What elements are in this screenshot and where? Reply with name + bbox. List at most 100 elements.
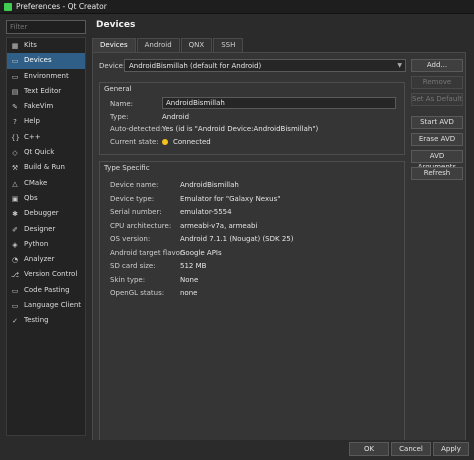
sidebar-item-label: Code Pasting [24,285,70,294]
erase-avd-button[interactable]: Erase AVD [411,133,463,146]
spec-key: OpenGL status: [110,289,165,297]
qt-quick-icon: ◇ [12,149,18,158]
remove-button[interactable]: Remove [411,76,463,89]
sidebar-item-label: Analyzer [24,255,55,264]
sidebar-item-testing[interactable]: ✓ Testing [7,313,85,328]
sidebar-item-label: Environment [24,71,69,80]
ok-button[interactable]: OK [349,442,389,456]
devices-page: Devices Devices Android QNX SSH Device: … [92,18,468,452]
device-select[interactable]: AndroidBismillah (default for Android) ▼ [124,59,406,72]
tab-android[interactable]: Android [136,38,180,52]
spec-key: Device type: [110,194,155,203]
page-title: Devices [96,20,136,30]
sidebar-item-analyzer[interactable]: ◔ Analyzer [7,252,85,267]
spec-value: Emulator for "Galaxy Nexus" [180,194,281,203]
python-icon: ◈ [12,240,18,249]
text-editor-icon: ▤ [11,87,19,96]
sidebar-item-language-client[interactable]: ▭ Language Client [7,298,85,313]
filter-input[interactable] [6,20,86,34]
current-state-value: Connected [162,138,211,146]
sidebar-item-build-run[interactable]: ⚒ Build & Run [7,160,85,175]
sidebar-item-label: Designer [24,224,56,233]
sidebar-item-label: Language Client [24,301,82,310]
spec-key: CPU architecture: [110,221,172,230]
language-client-icon: ▭ [11,302,19,311]
tab-bar: Devices Android QNX SSH [92,38,244,52]
device-select-value: AndroidBismillah (default for Android) [129,62,262,70]
sidebar-item-label: Qbs [24,193,38,202]
chevron-down-icon: ▼ [397,62,402,69]
tab-devices[interactable]: Devices [92,38,136,52]
cpp-icon: {} [11,133,20,142]
testing-icon: ✓ [12,317,18,326]
name-input[interactable]: AndroidBismillah [162,97,396,109]
designer-icon: ✐ [12,225,18,234]
type-specific-title: Type Specific [104,164,150,172]
current-state-text: Connected [173,138,211,146]
sidebar-item-environment[interactable]: ▭ Environment [7,69,85,84]
spec-value: Android 7.1.1 (Nougat) (SDK 25) [180,235,294,243]
sidebar-item-cmake[interactable]: △ CMake [7,176,85,191]
device-label: Device: [99,62,126,70]
auto-detected-value: Yes (id is "Android Device:AndroidBismil… [162,125,319,133]
sidebar-item-devices[interactable]: ▭ Devices [7,53,85,69]
tab-ssh[interactable]: SSH [213,38,244,52]
sidebar-item-label: Debugger [24,209,59,218]
avd-arguments-button[interactable]: AVD Arguments [411,150,463,171]
window-title: Preferences - Qt Creator [16,2,107,11]
category-list: ▦ Kits ▭ Devices ▭ Environment ▤ Text Editor ✎ Fa… [6,37,86,436]
sidebar-item-label: Help [24,117,40,126]
title-bar: Preferences - Qt Creator [0,0,474,14]
spec-key: Skin type: [110,275,146,284]
sidebar-item-kits[interactable]: ▦ Kits [7,38,85,53]
tab-qnx[interactable]: QNX [180,38,213,52]
sidebar-item-code-pasting[interactable]: ▭ Code Pasting [7,283,85,298]
spec-value: emulator-5554 [180,208,232,216]
add-button[interactable]: Add... [411,59,463,72]
sidebar-item-fakevim[interactable]: ✎ FakeVim [7,99,85,114]
cancel-button[interactable]: Cancel [391,442,431,456]
sidebar-item-label: FakeVim [24,102,54,111]
sidebar-item-qt-quick[interactable]: ◇ Qt Quick [7,145,85,160]
code-pasting-icon: ▭ [11,286,19,295]
sidebar-item-label: Python [24,239,49,248]
environment-icon: ▭ [11,72,19,81]
sidebar-item-version-control[interactable]: ⎇ Version Control [7,267,85,282]
sidebar-item-label: CMake [24,178,48,187]
sidebar-item-label: C++ [24,132,41,141]
sidebar-item-label: Build & Run [24,163,65,172]
preferences-sidebar: ▦ Kits ▭ Devices ▭ Environment ▤ Text Editor ✎ Fa… [6,20,86,436]
spec-value: armeabi-v7a, armeabi [180,221,258,230]
sidebar-item-label: Kits [24,41,37,49]
sidebar-item-help[interactable]: ? Help [7,114,85,129]
refresh-button[interactable]: Refresh [411,167,463,180]
status-dot-icon [162,139,168,145]
sidebar-item-python[interactable]: ◈ Python [7,237,85,252]
start-avd-button[interactable]: Start AVD [411,116,463,129]
spec-key: Serial number: [110,208,162,216]
spec-value: none [180,289,198,297]
set-as-default-button[interactable]: Set As Default [411,93,463,106]
sidebar-item-c[interactable]: {} C++ [7,130,85,145]
qt-creator-icon [4,3,12,11]
sidebar-item-text-editor[interactable]: ▤ Text Editor [7,84,85,99]
sidebar-item-debugger[interactable]: ✱ Debugger [7,206,85,221]
qbs-icon: ▣ [11,194,19,203]
debugger-icon: ✱ [12,210,18,219]
devices-panel: Device: AndroidBismillah (default for An… [92,52,466,452]
general-group: General Name: AndroidBismillah Type: And… [99,82,405,155]
build-run-icon: ⚒ [11,164,19,173]
spec-key: OS version: [110,235,151,243]
spec-value: Google APIs [180,248,222,257]
sidebar-item-designer[interactable]: ✐ Designer [7,222,85,237]
type-specific-group: Type Specific Device name: AndroidBismill… [99,161,405,447]
dialog-button-bar: OK Cancel Apply [0,440,474,460]
analyzer-icon: ◔ [11,256,19,265]
spec-value: 512 MB [180,262,207,270]
fakevim-icon: ✎ [12,103,18,112]
apply-button[interactable]: Apply [433,442,469,456]
sidebar-item-qbs[interactable]: ▣ Qbs [7,191,85,206]
version-control-icon: ⎇ [11,271,20,280]
spec-value: AndroidBismillah [180,181,239,189]
kits-icon: ▦ [11,42,19,50]
